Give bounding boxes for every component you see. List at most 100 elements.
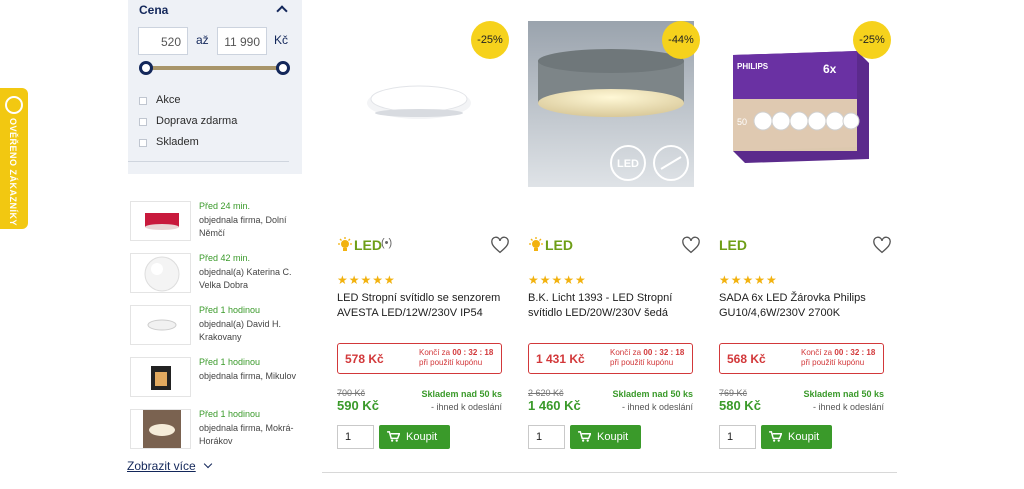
shipping-status: - ihned k odeslání <box>621 402 693 412</box>
current-price: 580 Kč <box>719 398 761 413</box>
discount-badge: -25% <box>853 21 891 59</box>
coupon-countdown: 00 : 32 : 18 <box>643 348 685 357</box>
sensor-icon: (•) <box>381 237 393 249</box>
verified-by-customers-badge[interactable]: OVĚŘENO ZÁKAZNÍKY <box>0 88 28 229</box>
show-more-link[interactable]: Zobrazit více <box>127 459 196 473</box>
cart-icon <box>769 431 782 442</box>
pack-count-text: 6x <box>823 62 837 76</box>
coupon-box: 568 Kč Končí za 00 : 32 : 18 při použití … <box>719 343 884 374</box>
recent-order-item[interactable]: Před 24 min. objednala firma, Dolní Němč… <box>130 201 300 241</box>
buy-button-label: Koupit <box>597 431 629 443</box>
coupon-price: 568 Kč <box>727 352 766 366</box>
product-thumbnail <box>130 409 191 449</box>
checkbox-label-skladem[interactable]: Skladem <box>156 136 199 148</box>
heart-icon[interactable] <box>681 236 701 254</box>
product-card[interactable]: LED -44% LED ★★★★★ B.K. Licht 1393 - LED… <box>528 0 703 470</box>
price-range-separator: až <box>196 33 209 47</box>
cart-icon <box>387 431 400 442</box>
product-name[interactable]: SADA 6x LED Žárovka Philips GU10/4,6W/23… <box>719 291 889 320</box>
product-thumbnail <box>130 357 191 397</box>
discount-badge: -44% <box>662 21 700 59</box>
chevron-down-icon[interactable] <box>203 459 213 469</box>
philips-brand-text: PHILIPS <box>737 62 769 71</box>
product-thumbnail <box>130 253 191 293</box>
price-slider-max-handle[interactable] <box>276 61 290 75</box>
buy-button-label: Koupit <box>788 431 820 443</box>
coupon-end-label: Končí za <box>801 348 833 357</box>
led-label: LED <box>719 237 747 253</box>
price-slider-min-handle[interactable] <box>139 61 153 75</box>
coupon-note: při použití kupónu <box>801 358 865 367</box>
old-price: 2 620 Kč <box>528 388 564 398</box>
order-time: Před 1 hodinou <box>199 305 261 315</box>
grid-bottom-divider <box>322 472 897 473</box>
old-price: 700 Kč <box>337 388 366 398</box>
recent-order-item[interactable]: Před 1 hodinou objednal(a) David H. Krak… <box>130 305 300 345</box>
order-time: Před 1 hodinou <box>199 409 261 419</box>
coupon-price: 578 Kč <box>345 352 384 366</box>
order-customer: objednala firma, Dolní Němčí <box>199 215 287 238</box>
product-card[interactable]: PHILIPS 6x 50 -25% LED ★★★★★ SADA 6x LED… <box>719 0 894 470</box>
verified-badge-label: OVĚŘENO ZÁKAZNÍKY <box>8 118 18 227</box>
price-filter-panel: Cena 520 až 11 990 Kč Akce Doprava zdarm… <box>128 0 302 174</box>
checkbox-label-doprava-zdarma[interactable]: Doprava zdarma <box>156 115 237 127</box>
product-card[interactable]: -25% LED (•) ★★★★★ LED Stropní svítidlo … <box>337 0 512 470</box>
buy-button[interactable]: Koupit <box>761 425 832 449</box>
quantity-input[interactable]: 1 <box>528 425 565 449</box>
cart-icon <box>578 431 591 442</box>
buy-button-label: Koupit <box>406 431 438 443</box>
coupon-countdown: 00 : 32 : 18 <box>452 348 494 357</box>
currency-label: Kč <box>274 33 289 47</box>
heart-icon[interactable] <box>490 236 510 254</box>
rating-stars: ★★★★★ <box>719 273 778 287</box>
verified-icon <box>5 96 23 114</box>
led-label: LED <box>545 237 573 253</box>
recent-order-item[interactable]: Před 42 min. objednal(a) Katerina C. Vel… <box>130 253 300 293</box>
product-thumbnail <box>130 201 191 241</box>
quantity-input[interactable]: 1 <box>719 425 756 449</box>
current-price: 590 Kč <box>337 398 379 413</box>
filter-divider <box>128 161 289 162</box>
stock-status: Skladem nad 50 ks <box>421 389 502 399</box>
coupon-note: při použití kupónu <box>419 358 483 367</box>
buy-button[interactable]: Koupit <box>570 425 641 449</box>
coupon-box: 578 Kč Končí za 00 : 32 : 18 při použití … <box>337 343 502 374</box>
product-name[interactable]: B.K. Licht 1393 - LED Stropní svítidlo L… <box>528 291 698 320</box>
shipping-status: - ihned k odeslání <box>812 402 884 412</box>
quantity-input[interactable]: 1 <box>337 425 374 449</box>
price-from-input[interactable]: 520 <box>138 27 188 55</box>
heart-icon[interactable] <box>872 236 892 254</box>
checkbox-doprava-zdarma[interactable] <box>139 118 147 126</box>
chevron-up-icon[interactable] <box>276 5 288 17</box>
lightbulb-icon <box>529 237 543 251</box>
coupon-note: při použití kupónu <box>610 358 674 367</box>
coupon-box: 1 431 Kč Končí za 00 : 32 : 18 při použit… <box>528 343 693 374</box>
stock-status: Skladem nad 50 ks <box>803 389 884 399</box>
discount-badge: -25% <box>471 21 509 59</box>
shipping-status: - ihned k odeslání <box>430 402 502 412</box>
product-thumbnail <box>130 305 191 345</box>
checkbox-skladem[interactable] <box>139 139 147 147</box>
checkbox-label-akce[interactable]: Akce <box>156 94 180 106</box>
order-customer: objednala firma, Mikulov <box>199 371 297 381</box>
recent-order-item[interactable]: Před 1 hodinou objednala firma, Mokrá-Ho… <box>130 409 300 449</box>
price-to-input[interactable]: 11 990 <box>217 27 267 55</box>
current-price: 1 460 Kč <box>528 398 581 413</box>
order-time: Před 24 min. <box>199 201 251 211</box>
coupon-price: 1 431 Kč <box>536 352 585 366</box>
pack-watt-text: 50 <box>737 117 747 127</box>
old-price: 769 Kč <box>719 388 748 398</box>
recent-order-item[interactable]: Před 1 hodinou objednala firma, Mikulov <box>130 357 300 397</box>
order-time: Před 42 min. <box>199 253 251 263</box>
checkbox-akce[interactable] <box>139 97 147 105</box>
product-name[interactable]: LED Stropní svítidlo se senzorem AVESTA … <box>337 291 507 320</box>
led-label: LED <box>354 237 382 253</box>
lightbulb-icon <box>338 237 352 251</box>
led-logo-text: LED <box>617 158 639 170</box>
price-slider-track[interactable] <box>145 66 284 70</box>
stock-status: Skladem nad 50 ks <box>612 389 693 399</box>
buy-button[interactable]: Koupit <box>379 425 450 449</box>
coupon-end-label: Končí za <box>610 348 642 357</box>
coupon-timer: Končí za 00 : 32 : 18 při použití kupónu <box>610 348 684 368</box>
coupon-end-label: Končí za <box>419 348 451 357</box>
